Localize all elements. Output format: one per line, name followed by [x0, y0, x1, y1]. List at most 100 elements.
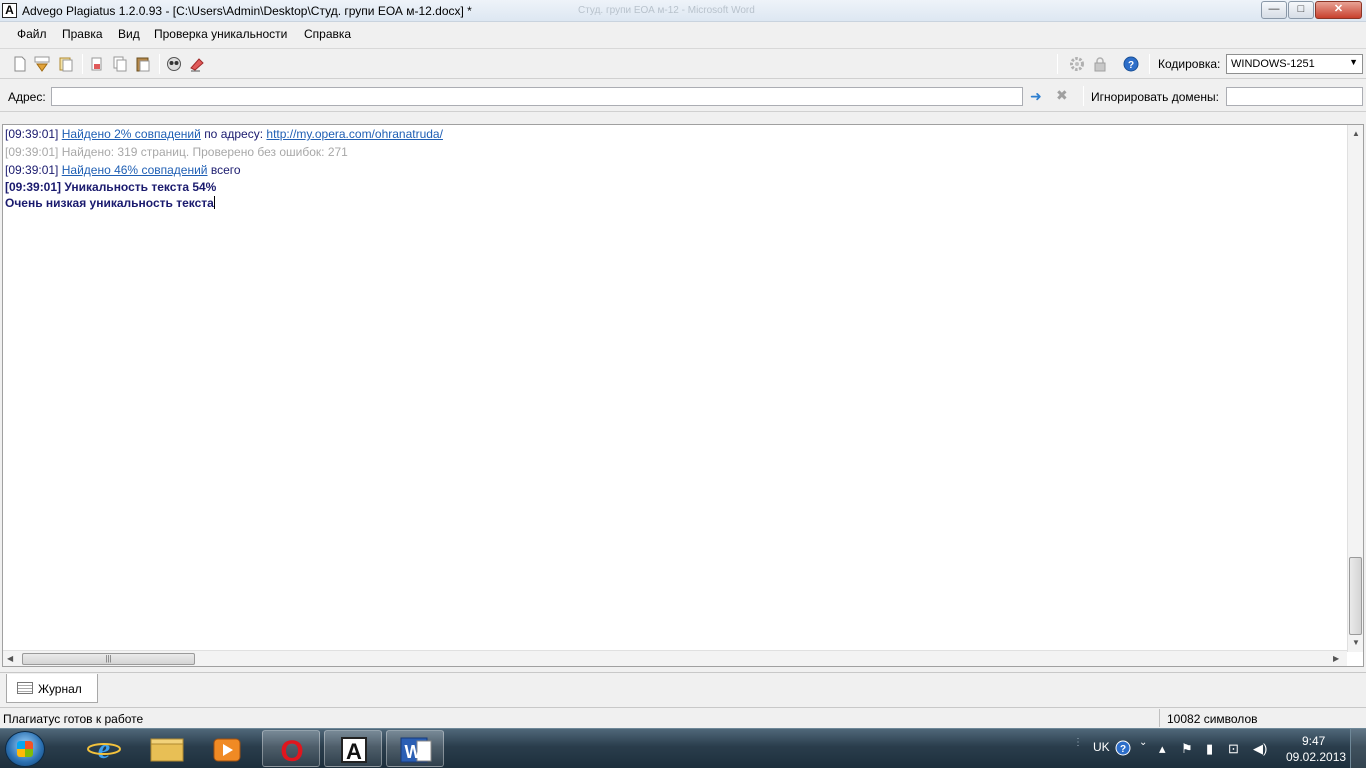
settings-icon[interactable]	[1069, 56, 1085, 72]
source-url-link[interactable]: http://my.opera.com/ohranatruda/	[266, 127, 443, 141]
verdict-text: Очень низкая уникальность текста	[5, 196, 214, 210]
svg-text:O: O	[280, 735, 303, 768]
network-icon[interactable]: ⊡	[1228, 741, 1239, 757]
tab-journal[interactable]: Журнал	[6, 674, 98, 703]
taskbar-advego[interactable]: A	[324, 730, 382, 767]
advego-icon: A	[341, 737, 367, 764]
help-tray-icon[interactable]: ?	[1115, 740, 1131, 756]
log-text: Найдено: 319 страниц. Проверено без ошиб…	[61, 145, 348, 159]
tab-strip: Журнал	[0, 672, 1366, 704]
log-text: по адресу:	[204, 127, 264, 141]
address-bar: Адрес: ➜ ✖ Игнорировать домены:	[0, 80, 1366, 112]
copy-icon[interactable]	[112, 56, 128, 72]
address-input[interactable]	[51, 87, 1023, 106]
taskbar-media-player[interactable]	[198, 730, 256, 767]
menu-help[interactable]: Справка	[304, 27, 351, 41]
svg-text:A: A	[346, 739, 362, 764]
address-label: Адрес:	[8, 90, 46, 104]
svg-text:?: ?	[1120, 744, 1126, 755]
maximize-button[interactable]: □	[1288, 1, 1314, 19]
log-timestamp: [09:39:01]	[5, 180, 62, 194]
window-title: Advego Plagiatus 1.2.0.93 - [C:\Users\Ad…	[22, 4, 472, 18]
status-message: Плагиатус готов к работе	[3, 712, 144, 726]
paste-icon[interactable]	[135, 56, 151, 72]
log-line: [09:39:01] Найдено: 319 страниц. Провере…	[5, 145, 348, 159]
vertical-scrollbar[interactable]: ▲ ▼	[1347, 125, 1363, 652]
menu-uniqueness-check[interactable]: Проверка уникальности	[154, 27, 287, 41]
log-timestamp: [09:39:01]	[5, 145, 59, 159]
uniqueness-verdict: Очень низкая уникальность текста	[5, 196, 215, 210]
clock-date[interactable]: 09.02.2013	[1286, 750, 1346, 764]
log-text: всего	[210, 163, 241, 177]
menu-edit[interactable]: Правка	[62, 27, 103, 41]
horizontal-scrollbar[interactable]: ◀ ||| ▶	[3, 650, 1347, 666]
start-button[interactable]	[5, 731, 45, 767]
title-bar: A Advego Plagiatus 1.2.0.93 - [C:\Users\…	[0, 0, 1366, 22]
svg-text:W: W	[405, 742, 422, 762]
taskbar-internet-explorer[interactable]: e	[75, 730, 133, 767]
open-icon[interactable]	[58, 56, 74, 72]
clock-time[interactable]: 9:47	[1302, 734, 1325, 748]
toolbar-separator	[82, 54, 83, 74]
scroll-up-arrow-icon[interactable]: ▲	[1352, 129, 1360, 138]
help-icon[interactable]: ?	[1123, 56, 1139, 72]
show-hidden-icons-icon[interactable]: ⋮	[1073, 737, 1083, 748]
language-menu-arrow-icon[interactable]: ⌄	[1139, 737, 1147, 748]
windows-logo-icon	[17, 741, 33, 757]
menu-view[interactable]: Вид	[118, 27, 140, 41]
taskbar-opera[interactable]: O	[262, 730, 320, 768]
toolbar-separator	[1057, 54, 1058, 74]
encoding-label: Кодировка:	[1158, 57, 1221, 71]
taskbar-word[interactable]: W	[386, 730, 444, 767]
action-center-flag-icon[interactable]: ⚑	[1181, 741, 1193, 757]
show-desktop-button[interactable]	[1350, 729, 1366, 768]
internet-explorer-icon: e	[87, 734, 121, 765]
tab-journal-label: Журнал	[38, 682, 82, 696]
status-bar: Плагиатус готов к работе 10082 символов	[0, 707, 1366, 728]
log-timestamp: [09:39:01]	[5, 127, 59, 141]
language-indicator[interactable]: UK	[1093, 740, 1110, 754]
scroll-down-arrow-icon[interactable]: ▼	[1352, 638, 1360, 647]
character-count: 10082 символов	[1159, 709, 1364, 727]
show-tray-arrow-icon[interactable]: ▴	[1159, 741, 1166, 757]
matches-link[interactable]: Найдено 2% совпадений	[62, 127, 201, 141]
log-line: [09:39:01] Найдено 46% совпадений всего	[5, 163, 241, 177]
taskbar: e O A W ⋮ UK ? ⌄ ▴ ⚑ ▮ ⊡ ◀) 9:47 09.02.2…	[0, 728, 1366, 768]
log-timestamp: [09:39:01]	[5, 163, 59, 177]
cut-icon[interactable]	[89, 56, 105, 72]
encoding-select[interactable]: WINDOWS-1251 ▼	[1226, 54, 1363, 74]
menu-bar: Файл Правка Вид Проверка уникальности Сп…	[0, 23, 1366, 47]
new-document-icon[interactable]	[12, 56, 28, 72]
go-arrow-icon[interactable]: ➜	[1030, 88, 1042, 105]
horizontal-scroll-thumb[interactable]: |||	[22, 653, 195, 665]
svg-text:e: e	[98, 734, 110, 765]
ignore-domains-label: Игнорировать домены:	[1091, 90, 1219, 104]
text-caret	[213, 196, 215, 209]
word-icon: W	[400, 737, 432, 763]
volume-icon[interactable]: ◀)	[1253, 741, 1267, 757]
address-separator	[1083, 86, 1084, 106]
html-icon[interactable]	[34, 56, 50, 72]
check-icon[interactable]	[166, 56, 182, 72]
vertical-scroll-thumb[interactable]	[1349, 557, 1362, 635]
background-window-title: Студ. групи ЕОА м-12 - Microsoft Word	[578, 5, 755, 16]
log-panel[interactable]: [09:39:01] Найдено 2% совпадений по адре…	[2, 124, 1364, 667]
battery-icon[interactable]: ▮	[1206, 741, 1213, 757]
svg-text:?: ?	[1128, 60, 1134, 71]
app-icon[interactable]: A	[2, 3, 17, 18]
toolbar-separator	[1149, 54, 1150, 74]
lock-icon[interactable]	[1092, 56, 1108, 72]
minimize-button[interactable]: —	[1261, 1, 1287, 19]
stop-icon[interactable]: ✖	[1056, 87, 1068, 104]
clear-icon[interactable]	[189, 56, 205, 72]
scroll-left-arrow-icon[interactable]: ◀	[7, 654, 13, 663]
opera-icon: O	[280, 735, 303, 768]
total-matches-link[interactable]: Найдено 46% совпадений	[62, 163, 208, 177]
menu-file[interactable]: Файл	[17, 27, 47, 41]
scroll-right-arrow-icon[interactable]: ▶	[1333, 654, 1339, 663]
taskbar-file-explorer[interactable]	[137, 730, 195, 767]
ignore-domains-input[interactable]	[1226, 87, 1363, 106]
close-button[interactable]: ✕	[1315, 1, 1362, 19]
chevron-down-icon: ▼	[1349, 57, 1358, 67]
toolbar-separator	[159, 54, 160, 74]
